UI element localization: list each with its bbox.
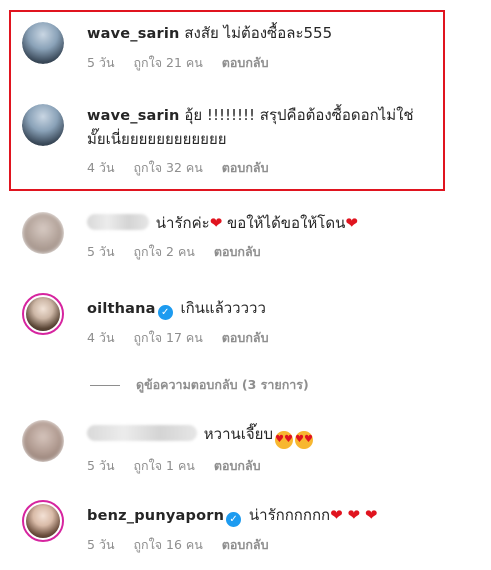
comment-text: น่ารักค่ะ xyxy=(155,214,210,232)
comment-text: น่ารักกกกกก xyxy=(248,506,331,524)
comment-time: 5 วัน xyxy=(87,458,115,473)
comment-time: 5 วัน xyxy=(87,244,115,259)
comment-likes[interactable]: ถูกใจ 1 คน xyxy=(133,458,194,473)
comment-username[interactable]: oilthana xyxy=(87,301,156,317)
reply-button[interactable]: ตอบกลับ xyxy=(214,458,261,473)
comment-time: 5 วัน xyxy=(87,55,115,70)
verified-badge-icon: ✓ xyxy=(226,512,242,527)
blurred-username xyxy=(87,214,149,230)
comment-meta: 5 วัน ถูกใจ 2 คน ตอบกลับ xyxy=(87,242,467,262)
reply-button[interactable]: ตอบกลับ xyxy=(222,330,269,345)
comment-meta: 5 วัน ถูกใจ 16 คน ตอบกลับ xyxy=(87,535,467,555)
avatar[interactable] xyxy=(22,22,64,64)
verified-badge-icon: ✓ xyxy=(157,305,173,320)
divider xyxy=(90,385,120,386)
red-heart-icon: ❤ xyxy=(330,506,343,524)
comment-text: สงสัย ไม่ต้องซื้อละ555 xyxy=(184,24,333,42)
red-heart-icon: ❤ xyxy=(347,506,361,524)
comment-likes[interactable]: ถูกใจ 16 คน xyxy=(133,537,202,552)
reply-button[interactable]: ตอบกลับ xyxy=(214,244,261,259)
heart-eyes-emoji-icon: ♥♥ xyxy=(295,431,313,449)
reply-button[interactable]: ตอบกลับ xyxy=(222,55,269,70)
red-heart-icon: ❤ xyxy=(345,214,358,232)
blurred-username xyxy=(87,425,197,441)
comment-meta: 4 วัน ถูกใจ 17 คน ตอบกลับ xyxy=(87,328,467,348)
comment-text: เกินแล้ววววว xyxy=(180,299,266,317)
comment-time: 4 วัน xyxy=(87,160,115,175)
comment-likes[interactable]: ถูกใจ 32 คน xyxy=(133,160,202,175)
comment-time: 5 วัน xyxy=(87,537,115,552)
view-replies-button[interactable]: ดูข้อความตอบกลับ (3 รายการ) xyxy=(90,375,309,395)
comment-username[interactable]: benz_punyaporn xyxy=(87,508,224,524)
avatar[interactable] xyxy=(22,500,64,542)
comment-meta: 5 วัน ถูกใจ 21 คน ตอบกลับ xyxy=(87,53,467,73)
avatar[interactable] xyxy=(22,212,64,254)
comment-text-2: ขอให้ได้ขอให้โดน xyxy=(227,214,346,232)
avatar[interactable] xyxy=(22,420,64,462)
comment-time: 4 วัน xyxy=(87,330,115,345)
reply-button[interactable]: ตอบกลับ xyxy=(222,160,269,175)
comment-likes[interactable]: ถูกใจ 17 คน xyxy=(133,330,202,345)
red-heart-icon: ❤ xyxy=(364,506,378,524)
red-heart-icon: ❤ xyxy=(209,214,223,232)
comment-likes[interactable]: ถูกใจ 2 คน xyxy=(133,244,194,259)
avatar[interactable] xyxy=(22,104,64,146)
avatar[interactable] xyxy=(22,293,64,335)
comment-meta: 4 วัน ถูกใจ 32 คน ตอบกลับ xyxy=(87,158,467,178)
comment-meta: 5 วัน ถูกใจ 1 คน ตอบกลับ xyxy=(87,456,467,476)
comment-text: หวานเจี๊ยบ xyxy=(203,425,273,443)
view-replies-label: ดูข้อความตอบกลับ (3 รายการ) xyxy=(136,377,309,392)
comment-likes[interactable]: ถูกใจ 21 คน xyxy=(133,55,202,70)
reply-button[interactable]: ตอบกลับ xyxy=(222,537,269,552)
comment-username[interactable]: wave_sarin xyxy=(87,26,180,42)
comment-username[interactable]: wave_sarin xyxy=(87,108,180,124)
heart-eyes-emoji-icon: ♥♥ xyxy=(275,431,293,449)
